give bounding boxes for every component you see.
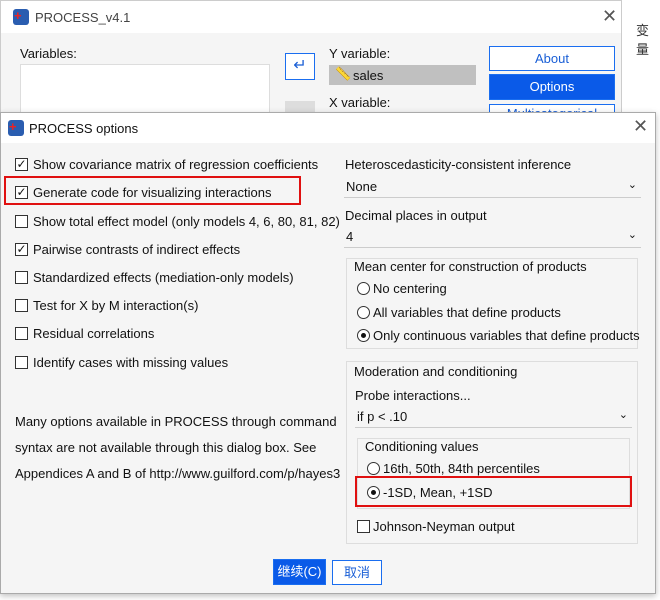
- conditioning-title: Conditioning values: [365, 439, 479, 454]
- mean-center-radio[interactable]: [357, 329, 370, 342]
- continue-button[interactable]: 继续(C): [273, 559, 326, 585]
- move-y-arrow-button[interactable]: ↵: [285, 53, 315, 80]
- main-title-bar: + PROCESS_v4.1 ✕: [1, 1, 621, 33]
- x-variable-label: X variable:: [329, 95, 391, 110]
- cancel-button[interactable]: 取消: [332, 560, 382, 585]
- johnson-neyman-checkbox[interactable]: [357, 520, 370, 533]
- dialog-title-bar: + PROCESS options ✕: [1, 113, 655, 143]
- side-label: 变量: [636, 23, 650, 57]
- mean-center-option: Only continuous variables that define pr…: [373, 328, 640, 343]
- option-label: Pairwise contrasts of indirect effects: [33, 242, 241, 257]
- variables-label: Variables:: [20, 46, 77, 61]
- hc-label: Heteroscedasticity-consistent inference: [345, 157, 572, 172]
- note-text: Many options available in PROCESS throug…: [15, 409, 340, 487]
- option-checkbox[interactable]: [15, 271, 28, 284]
- mean-center-option: No centering: [373, 281, 447, 296]
- option-checkbox[interactable]: [15, 356, 28, 369]
- mean-center-radio[interactable]: [357, 282, 370, 295]
- dialog-title: PROCESS options: [29, 121, 139, 136]
- option-checkbox[interactable]: [15, 215, 28, 228]
- option-checkbox[interactable]: [15, 327, 28, 340]
- option-checkbox[interactable]: ✓: [15, 158, 28, 171]
- johnson-neyman-label: Johnson-Neyman output: [373, 519, 515, 534]
- option-checkbox[interactable]: ✓: [15, 243, 28, 256]
- option-label: Show total effect model (only models 4, …: [33, 214, 340, 229]
- note-line: Appendices A and B of http://www.guilfor…: [15, 466, 341, 481]
- y-variable-field[interactable]: 📏 sales: [329, 65, 476, 85]
- option-label: Test for X by M interaction(s): [33, 298, 199, 313]
- note-line: syntax are not available through this di…: [15, 440, 317, 455]
- mean-center-title: Mean center for construction of products: [354, 259, 587, 274]
- conditioning-radio[interactable]: [367, 462, 380, 475]
- process-options-dialog: + PROCESS options ✕ ✓ Show covariance mat…: [0, 112, 656, 594]
- app-icon: +: [13, 9, 29, 25]
- dialog-close-icon[interactable]: ✕: [633, 116, 648, 137]
- moderation-title: Moderation and conditioning: [354, 364, 518, 379]
- options-button[interactable]: Options: [489, 74, 615, 100]
- chevron-down-icon: ⌄: [627, 179, 637, 191]
- decimal-value: 4: [346, 229, 354, 244]
- about-button[interactable]: About: [489, 46, 615, 71]
- process-main-window: + PROCESS_v4.1 ✕ Variables: ↵ Y variable…: [0, 0, 622, 130]
- probe-value: if p < .10: [357, 409, 408, 424]
- mean-center-option: All variables that define products: [373, 304, 561, 320]
- decimal-select[interactable]: 4 ⌄: [344, 226, 641, 248]
- main-close-icon[interactable]: ✕: [602, 6, 617, 27]
- highlight-box: [4, 176, 301, 205]
- hc-select[interactable]: None ⌄: [344, 176, 641, 198]
- highlight-box: [355, 476, 632, 507]
- option-label: Show covariance matrix of regression coe…: [33, 157, 319, 172]
- moderation-group: Moderation and conditioning Probe intera…: [346, 361, 638, 544]
- option-label: Residual correlations: [33, 326, 155, 341]
- mean-center-group: Mean center for construction of products…: [346, 258, 640, 349]
- probe-label: Probe interactions...: [355, 388, 471, 403]
- option-label: Standardized effects (mediation-only mod…: [33, 270, 294, 285]
- hc-value: None: [346, 179, 378, 194]
- ruler-icon: 📏: [335, 66, 352, 81]
- decimal-label: Decimal places in output: [345, 208, 487, 223]
- dialog-app-icon: +: [8, 120, 24, 136]
- option-checkbox[interactable]: [15, 299, 28, 312]
- probe-select[interactable]: if p < .10 ⌄: [355, 406, 632, 428]
- y-variable-label: Y variable:: [329, 46, 391, 61]
- note-line: Many options available in PROCESS throug…: [15, 414, 337, 429]
- chevron-down-icon: ⌄: [618, 409, 628, 421]
- mean-center-radio[interactable]: [357, 305, 370, 319]
- chevron-down-icon: ⌄: [627, 229, 637, 241]
- option-label: Identify cases with missing values: [33, 355, 229, 370]
- y-variable-value: sales: [353, 68, 384, 83]
- main-window-title: PROCESS_v4.1: [35, 10, 131, 25]
- conditioning-option: 16th, 50th, 84th percentiles: [383, 461, 540, 476]
